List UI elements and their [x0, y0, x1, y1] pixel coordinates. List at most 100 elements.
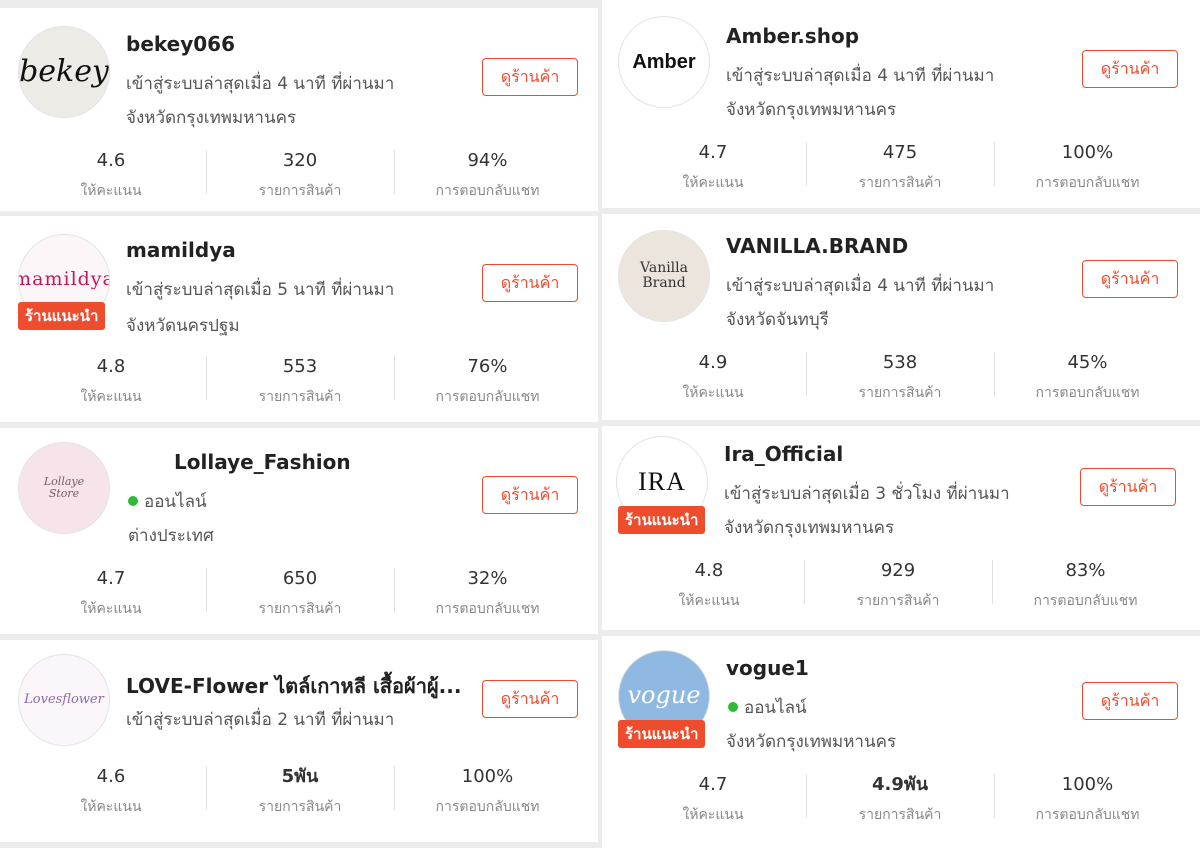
chat-value: 76% — [467, 356, 508, 377]
view-shop-button[interactable]: ดูร้านค้า — [482, 680, 578, 718]
shop-location: จังหวัดกรุงเทพมหานคร — [726, 732, 897, 752]
shop-logo: bekey — [19, 54, 109, 90]
rating-stat: 4.6 ให้คะแนน — [20, 764, 202, 818]
products-label: รายการสินค้า — [858, 807, 942, 823]
shop-logo: mamildya — [18, 268, 110, 291]
view-shop-button[interactable]: ดูร้านค้า — [482, 476, 578, 514]
rating-label: ให้คะแนน — [678, 593, 740, 609]
products-value: 475 — [882, 142, 918, 163]
last-active: เข้าสู่ระบบล่าสุดเมื่อ 4 นาที ที่ผ่านมา — [726, 276, 995, 296]
shop-card[interactable]: bekey bekey066 เข้าสู่ระบบล่าสุดเมื่อ 4 … — [0, 8, 598, 211]
chat-stat: 45% การตอบกลับแชท — [995, 350, 1180, 404]
products-label: รายการสินค้า — [856, 593, 940, 609]
rating-label: ให้คะแนน — [80, 799, 142, 815]
view-shop-button[interactable]: ดูร้านค้า — [482, 58, 578, 96]
shop-name[interactable]: Lollaye_Fashion — [174, 450, 351, 474]
products-stat: 4.9พัน รายการสินค้า — [807, 772, 993, 826]
online-dot-icon — [128, 496, 138, 506]
shop-list-left: bekey bekey066 เข้าสู่ระบบล่าสุดเมื่อ 4 … — [0, 0, 598, 848]
chat-value: 45% — [1067, 352, 1108, 373]
products-stat: 320 รายการสินค้า — [207, 148, 393, 202]
shop-card[interactable]: Amber Amber.shop เข้าสู่ระบบล่าสุดเมื่อ … — [602, 0, 1200, 208]
last-active: เข้าสู่ระบบล่าสุดเมื่อ 4 นาที ที่ผ่านมา — [126, 74, 395, 94]
shop-name[interactable]: Ira_Official — [724, 442, 843, 466]
rating-label: ให้คะแนน — [80, 183, 142, 199]
shop-stats: 4.9 ให้คะแนน 538 รายการสินค้า 45% การตอบ… — [602, 350, 1200, 410]
products-label: รายการสินค้า — [858, 175, 942, 191]
online-status: ออนไลน์ — [728, 694, 807, 721]
shop-card[interactable]: Vanilla Brand VANILLA.BRAND เข้าสู่ระบบล… — [602, 214, 1200, 420]
view-shop-button[interactable]: ดูร้านค้า — [1082, 260, 1178, 298]
shop-avatar[interactable]: Lovesflower — [18, 654, 110, 746]
chat-label: การตอบกลับแชท — [435, 183, 540, 199]
shop-name[interactable]: vogue1 — [726, 656, 809, 680]
shop-logo-sub: Brand — [642, 275, 686, 291]
shop-avatar[interactable]: Amber — [618, 16, 710, 108]
shop-location: จังหวัดกรุงเทพมหานคร — [724, 518, 895, 538]
rating-value: 4.9 — [698, 352, 728, 373]
chat-stat: 83% การตอบกลับแชท — [993, 558, 1178, 612]
chat-label: การตอบกลับแชท — [435, 601, 540, 617]
shop-stats: 4.7 ให้คะแนน 475 รายการสินค้า 100% การตอ… — [602, 140, 1200, 200]
rating-label: ให้คะแนน — [682, 385, 744, 401]
shop-avatar[interactable]: bekey — [18, 26, 110, 118]
last-active: เข้าสู่ระบบล่าสุดเมื่อ 2 นาที ที่ผ่านมา — [126, 710, 395, 730]
products-value: 320 — [282, 150, 318, 171]
shop-logo: Amber — [632, 50, 696, 73]
shop-card[interactable]: IRA ร้านแนะนำ Ira_Official เข้าสู่ระบบล่… — [602, 426, 1200, 630]
products-value: 929 — [880, 560, 916, 581]
rating-label: ให้คะแนน — [80, 389, 142, 405]
shop-name[interactable]: bekey066 — [126, 32, 235, 56]
chat-value: 100% — [1061, 774, 1114, 795]
view-shop-button[interactable]: ดูร้านค้า — [482, 264, 578, 302]
products-stat: 538 รายการสินค้า — [807, 350, 993, 404]
rating-label: ให้คะแนน — [80, 601, 142, 617]
products-stat: 5พัน รายการสินค้า — [207, 764, 393, 818]
recommended-badge: ร้านแนะนำ — [18, 302, 106, 330]
view-shop-button[interactable]: ดูร้านค้า — [1082, 682, 1178, 720]
rating-stat: 4.6 ให้คะแนน — [20, 148, 202, 202]
products-label: รายการสินค้า — [258, 799, 342, 815]
view-shop-button[interactable]: ดูร้านค้า — [1082, 50, 1178, 88]
products-value: 553 — [282, 356, 318, 377]
rating-value: 4.6 — [96, 150, 126, 171]
shop-list-right: Amber Amber.shop เข้าสู่ระบบล่าสุดเมื่อ … — [602, 0, 1200, 848]
shop-logo: vogue — [627, 681, 701, 710]
rating-stat: 4.8 ให้คะแนน — [20, 354, 202, 408]
products-value: 5พัน — [281, 766, 319, 787]
last-active: เข้าสู่ระบบล่าสุดเมื่อ 4 นาที ที่ผ่านมา — [726, 66, 995, 86]
online-label: ออนไลน์ — [144, 492, 207, 512]
shop-card[interactable]: Lovesflower LOVE-Flower ไตล์เกาหลี เสื้อ… — [0, 640, 598, 842]
shop-card[interactable]: Lollaye Store Lollaye_Fashion ออนไลน์ ต่… — [0, 428, 598, 634]
products-stat: 475 รายการสินค้า — [807, 140, 993, 194]
rating-value: 4.7 — [698, 774, 728, 795]
shop-name[interactable]: Amber.shop — [726, 24, 859, 48]
chat-stat: 100% การตอบกลับแชท — [995, 772, 1180, 826]
shop-location: จังหวัดกรุงเทพมหานคร — [726, 100, 897, 120]
view-shop-button[interactable]: ดูร้านค้า — [1080, 468, 1176, 506]
shop-card[interactable]: mamildya ร้านแนะนำ mamildya เข้าสู่ระบบล… — [0, 216, 598, 422]
shop-location: จังหวัดกรุงเทพมหานคร — [126, 108, 297, 128]
shop-card[interactable]: vogue ร้านแนะนำ vogue1 ออนไลน์ จังหวัดกร… — [602, 636, 1200, 848]
shop-location: จังหวัดจันทบุรี — [726, 310, 829, 330]
shop-logo: Lovesflower — [24, 692, 104, 708]
chat-stat: 100% การตอบกลับแชท — [395, 764, 580, 818]
shop-stats: 4.8 ให้คะแนน 929 รายการสินค้า 83% การตอบ… — [602, 558, 1200, 618]
shop-avatar[interactable]: Vanilla Brand — [618, 230, 710, 322]
shop-stats: 4.6 ให้คะแนน 320 รายการสินค้า 94% การตอบ… — [0, 148, 598, 208]
shop-name[interactable]: VANILLA.BRAND — [726, 234, 908, 258]
chat-label: การตอบกลับแชท — [1035, 175, 1140, 191]
chat-label: การตอบกลับแชท — [1033, 593, 1138, 609]
rating-label: ให้คะแนน — [682, 175, 744, 191]
products-stat: 650 รายการสินค้า — [207, 566, 393, 620]
rating-stat: 4.7 ให้คะแนน — [622, 140, 804, 194]
chat-label: การตอบกลับแชท — [435, 799, 540, 815]
shop-avatar[interactable]: Lollaye Store — [18, 442, 110, 534]
shop-name[interactable]: LOVE-Flower ไตล์เกาหลี เสื้อผ้าผู้... — [126, 670, 461, 702]
products-value: 4.9พัน — [871, 774, 929, 795]
recommended-badge: ร้านแนะนำ — [618, 720, 706, 748]
chat-value: 83% — [1065, 560, 1106, 581]
products-stat: 553 รายการสินค้า — [207, 354, 393, 408]
shop-name[interactable]: mamildya — [126, 238, 236, 262]
shop-logo: Vanilla — [640, 260, 688, 277]
